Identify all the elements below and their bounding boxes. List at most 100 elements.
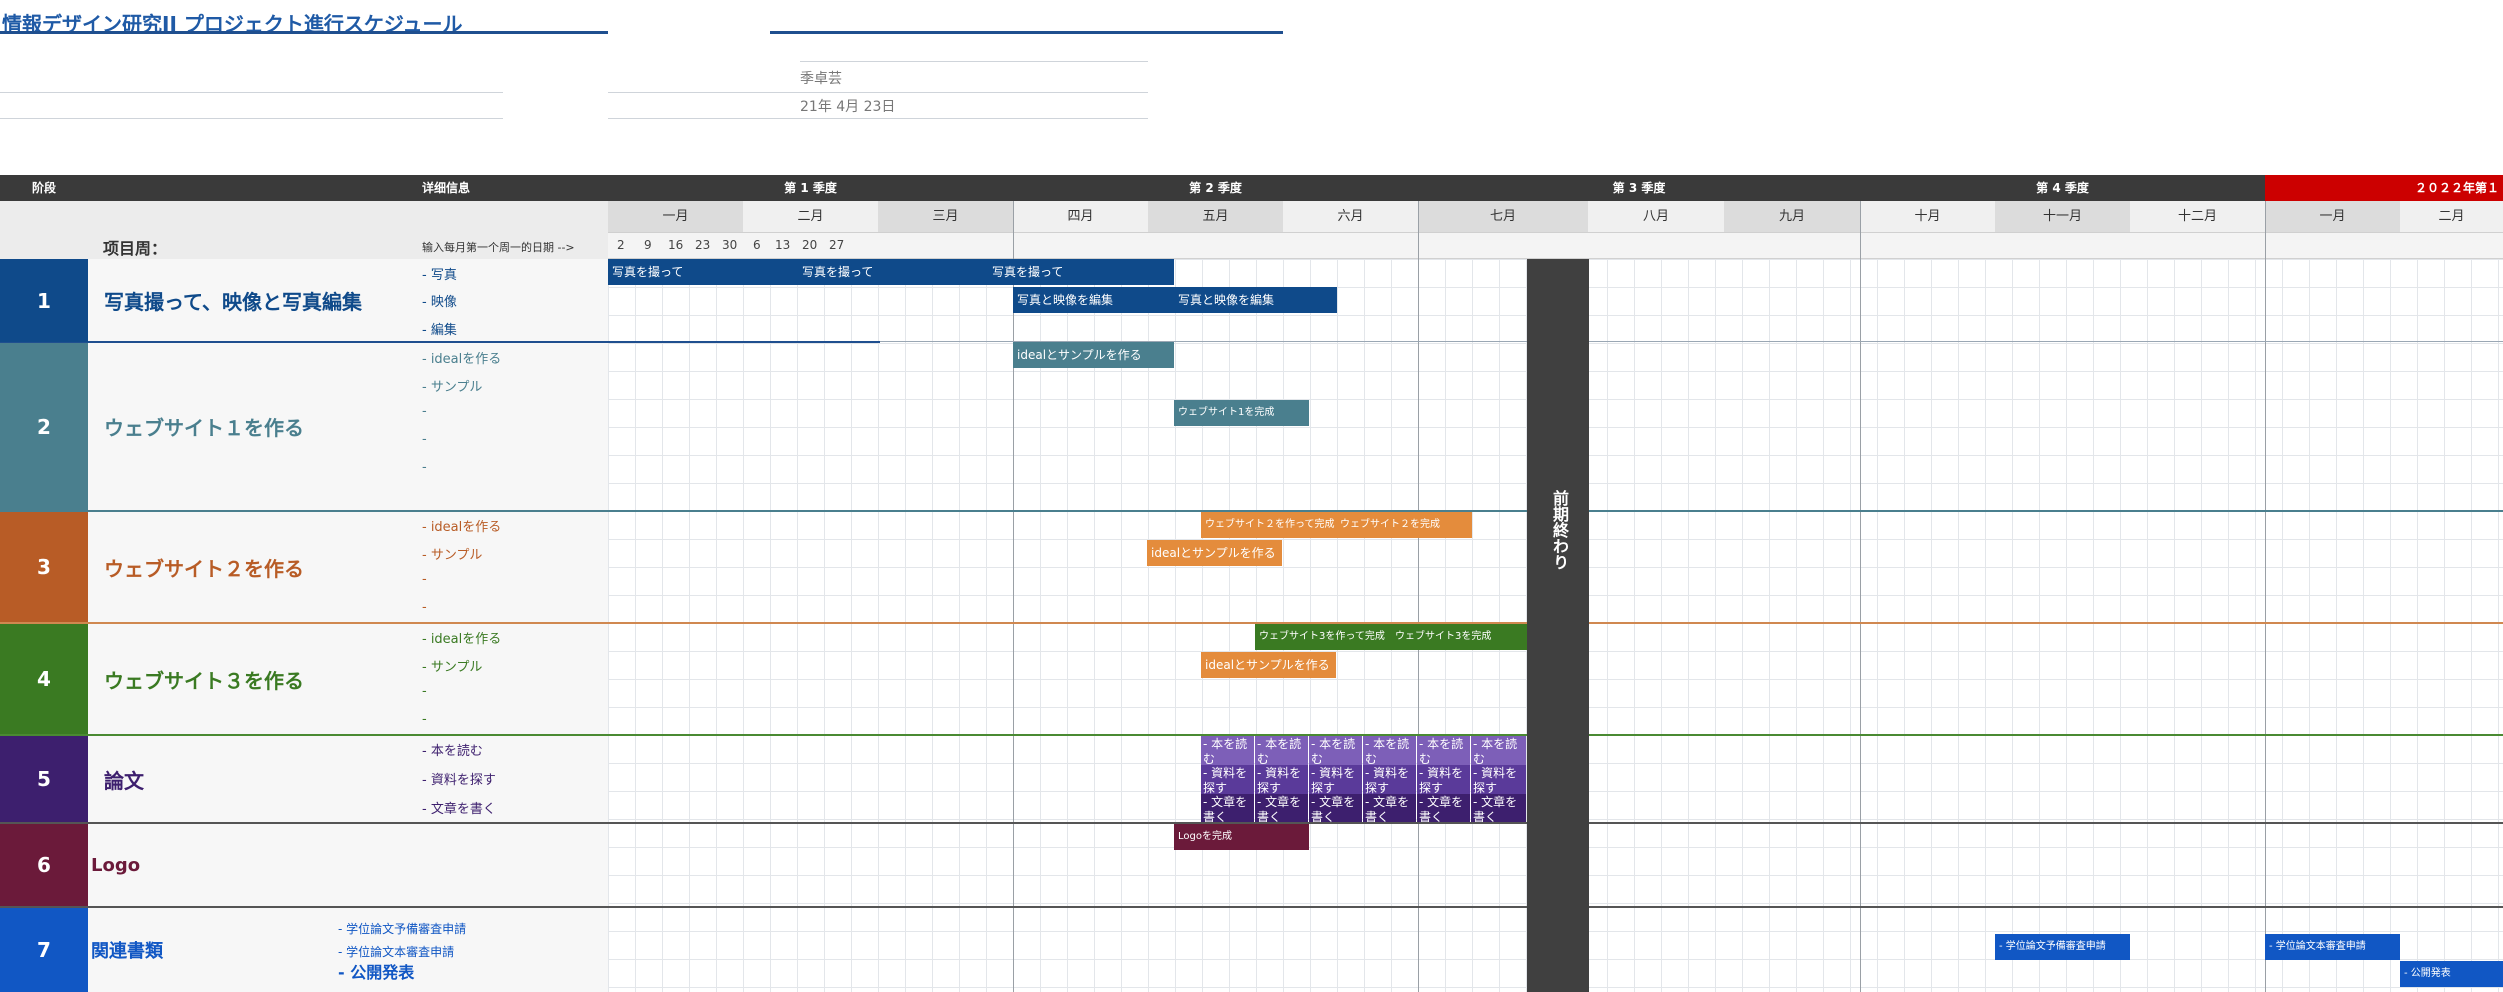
detail-item[interactable]: - [422,684,427,699]
phase-number-7: 7 [0,908,88,992]
task-cell-read[interactable]: - 本を読む [1471,736,1526,765]
week-date[interactable]: 20 [802,232,817,259]
phase-title-1[interactable]: 写真撮って、映像と写真編集 [104,259,362,342]
detail-item[interactable]: - 本を読む [422,740,483,759]
semester-break-block [1527,259,1589,992]
author-name[interactable]: 季卓芸 [800,68,842,88]
month-dec: 十二月 [2130,201,2265,232]
month-sep: 九月 [1724,201,1860,232]
row-divider [0,906,2503,908]
task-cell-search[interactable]: - 資料を探す [1309,765,1362,794]
task-bar-website3-build[interactable]: ウェブサイト3を作って完成 [1255,624,1391,650]
detail-item[interactable]: - サンプル [422,656,482,675]
start-date[interactable]: 21年 4月 23日 [800,96,895,116]
phase-title-6[interactable]: Logo [91,824,140,906]
task-cell-read[interactable]: - 本を読む [1417,736,1470,765]
task-cell-search[interactable]: - 資料を探す [1363,765,1416,794]
task-bar-thesis-pre-review[interactable]: - 学位論文予備審査申請 [1995,934,2130,960]
detail-item[interactable]: - [422,600,427,615]
task-cell-write[interactable]: - 文章を書く [1309,794,1362,822]
task-cell-write[interactable]: - 文章を書く [1201,794,1254,822]
quarter-divider [1860,201,1861,992]
week-date[interactable]: 13 [775,232,790,259]
detail-item[interactable]: - 資料を探す [422,769,496,788]
row-divider [0,622,2503,624]
detail-item[interactable]: - 学位論文本審査申請 [338,943,454,960]
phase-number-2: 2 [0,343,88,510]
task-cell-search[interactable]: - 資料を探す [1471,765,1526,794]
phase-title-7[interactable]: 関連書類 [91,908,163,992]
phase-title-4[interactable]: ウェブサイト３を作る [104,624,304,734]
task-cell-search[interactable]: - 資料を探す [1255,765,1308,794]
task-bar-website3-done[interactable]: ウェブサイト3を完成 [1391,624,1527,650]
detail-item[interactable]: - [422,712,427,727]
detail-item[interactable]: - [422,460,427,475]
quarter-2022-1: ２０２２年第１ [2265,175,2503,201]
task-cell-read[interactable]: - 本を読む [1201,736,1254,765]
task-cell-read[interactable]: - 本を読む [1363,736,1416,765]
task-bar-shoot[interactable]: 写真を撮って [608,259,798,285]
detail-item[interactable]: - idealを作る [422,516,501,535]
week-date[interactable]: 30 [722,232,737,259]
task-cell-write[interactable]: - 文章を書く [1471,794,1526,822]
task-cell-write[interactable]: - 文章を書く [1363,794,1416,822]
detail-item[interactable]: - 公開発表 [338,959,414,983]
phase-title-3[interactable]: ウェブサイト２を作る [104,512,304,622]
detail-item[interactable]: - サンプル [422,544,482,563]
phase-title-5[interactable]: 論文 [104,736,144,822]
task-bar-public-presentation[interactable]: - 公開発表 [2400,961,2503,987]
title-underline-right [770,31,1283,34]
task-cell-read[interactable]: - 本を読む [1255,736,1308,765]
task-bar-website2-done[interactable]: ウェブサイト２を完成 [1336,512,1472,538]
phase-number-4: 4 [0,624,88,734]
detail-item[interactable]: - [422,404,427,419]
detail-item[interactable]: - 編集 [422,319,457,338]
week-date[interactable]: 16 [668,232,683,259]
detail-item[interactable]: - サンプル [422,376,482,395]
task-bar-website1-done[interactable]: ウェブサイト1を完成 [1174,400,1309,426]
column-phase: 阶段 [31,181,56,195]
task-bar-logo[interactable]: Logoを完成 [1174,824,1309,850]
divider [608,92,1148,93]
phase-number-1: 1 [0,259,88,342]
week-date-row [608,232,2503,259]
month-jun: 六月 [1283,201,1418,232]
column-details: 详细信息 [422,181,471,195]
month-may: 五月 [1148,201,1283,232]
month-nov: 十一月 [1995,201,2130,232]
phase-title-2[interactable]: ウェブサイト１を作る [104,343,304,510]
month-oct: 十月 [1860,201,1995,232]
task-bar-website2-ideal[interactable]: idealとサンプルを作る [1147,540,1282,566]
divider [608,118,1148,119]
task-bar-shoot[interactable]: 写真を撮って [988,259,1174,285]
task-bar-edit[interactable]: 写真と映像を編集 [1174,287,1337,313]
detail-item[interactable]: - [422,432,427,447]
detail-item[interactable]: - 映像 [422,291,457,310]
task-bar-shoot[interactable]: 写真を撮って [798,259,988,285]
week-date[interactable]: 23 [695,232,710,259]
week-date[interactable]: 6 [753,232,761,259]
month-jul: 七月 [1418,201,1588,232]
task-cell-read[interactable]: - 本を読む [1309,736,1362,765]
detail-item[interactable]: - idealを作る [422,628,501,647]
task-bar-website3-ideal[interactable]: idealとサンプルを作る [1201,652,1336,678]
divider [800,61,1148,62]
detail-item[interactable]: - 文章を書く [422,798,496,817]
task-cell-write[interactable]: - 文章を書く [1417,794,1470,822]
month-jan-2022: 一月 [2265,201,2400,232]
task-bar-website1-ideal[interactable]: idealとサンプルを作る [1013,342,1174,368]
detail-item[interactable]: - 写真 [422,264,457,283]
task-bar-edit[interactable]: 写真と映像を編集 [1013,287,1174,313]
task-bar-thesis-review[interactable]: - 学位論文本審査申請 [2265,934,2400,960]
week-date[interactable]: 9 [644,232,652,259]
week-date[interactable]: 2 [617,232,625,259]
task-cell-search[interactable]: - 資料を探す [1201,765,1254,794]
task-cell-search[interactable]: - 資料を探す [1417,765,1470,794]
detail-item[interactable]: - 学位論文予備審査申請 [338,920,466,937]
task-cell-write[interactable]: - 文章を書く [1255,794,1308,822]
week-date[interactable]: 27 [829,232,844,259]
detail-item[interactable]: - idealを作る [422,348,501,367]
task-bar-website2-build[interactable]: ウェブサイト２を作って完成 [1201,512,1336,538]
detail-item[interactable]: - [422,572,427,587]
quarter-1: 第 1 季度 [784,181,837,195]
